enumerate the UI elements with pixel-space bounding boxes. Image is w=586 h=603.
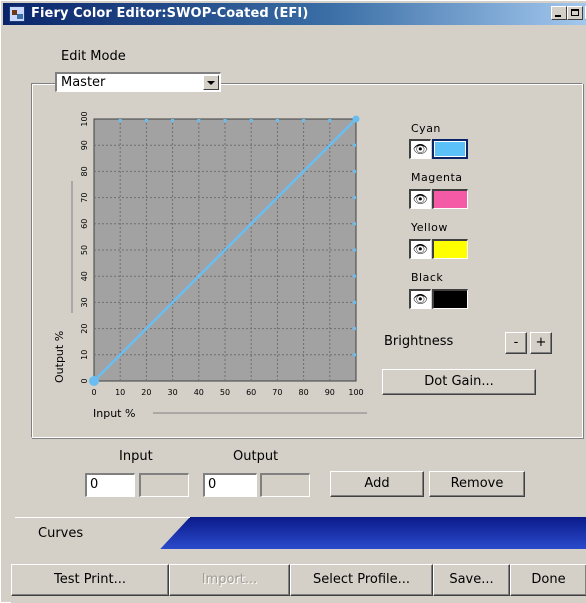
output-field[interactable]: 0 [203, 473, 257, 497]
y-tick-label: 30 [80, 297, 89, 307]
x-tick-label: 90 [325, 388, 335, 397]
eye-icon: 👁 [412, 292, 429, 306]
edge-tick [302, 119, 306, 122]
app-icon [9, 6, 25, 22]
edge-tick [353, 196, 356, 200]
input-label: Input [119, 449, 153, 464]
edge-tick [144, 119, 148, 122]
y-axis-label: Output % [53, 331, 66, 383]
edit-mode-label: Edit Mode [61, 49, 126, 64]
edge-tick [353, 222, 356, 226]
edge-tick [118, 119, 122, 122]
x-tick-label: 60 [246, 388, 256, 397]
color-swatch-cyan[interactable] [432, 139, 468, 159]
maximize-button[interactable] [567, 6, 583, 20]
remove-button[interactable]: Remove [429, 471, 525, 497]
edge-tick [353, 353, 356, 357]
save-button[interactable]: Save... [433, 564, 510, 596]
y-tick-label: 100 [80, 111, 89, 126]
y-tick-label: 90 [80, 140, 89, 150]
brightness-increase-button[interactable]: + [530, 332, 552, 354]
select-profile-button[interactable]: Select Profile... [290, 564, 433, 596]
dot-gain-button[interactable]: Dot Gain... [382, 369, 536, 395]
x-tick-label: 100 [348, 388, 363, 397]
curve-control-point[interactable] [352, 115, 360, 123]
x-tick-label: 10 [115, 388, 125, 397]
edge-tick [353, 274, 356, 278]
edge-tick [275, 119, 279, 122]
y-tick-label: 70 [80, 193, 89, 203]
visibility-toggle-cyan[interactable]: 👁 [409, 139, 431, 159]
edit-mode-value: Master [61, 75, 106, 90]
x-axis-label: Input % [93, 407, 135, 420]
brightness-label: Brightness [384, 334, 454, 349]
edge-tick [223, 119, 227, 122]
edge-tick [353, 300, 356, 304]
y-tick-label: 0 [80, 378, 89, 383]
import-button: Import... [169, 564, 290, 596]
edge-tick [353, 248, 356, 252]
x-tick-label: 30 [168, 388, 178, 397]
edge-tick [328, 119, 332, 122]
channel-label-yellow: Yellow [411, 221, 448, 234]
channel-label-magenta: Magenta [411, 171, 463, 184]
eye-icon: 👁 [412, 142, 429, 156]
color-swatch-magenta[interactable] [432, 189, 468, 209]
done-button[interactable]: Done [510, 564, 586, 596]
eye-icon: 👁 [412, 192, 429, 206]
edge-tick [353, 327, 356, 331]
y-tick-label: 80 [80, 166, 89, 176]
visibility-toggle-magenta[interactable]: 👁 [409, 189, 431, 209]
y-tick-label: 20 [80, 324, 89, 334]
brightness-decrease-button[interactable]: - [505, 332, 527, 354]
tab-curves-label: Curves [38, 526, 84, 541]
edit-mode-dropdown[interactable]: Master [55, 72, 221, 92]
tab-edge [15, 517, 190, 518]
color-swatch-yellow[interactable] [432, 239, 468, 259]
edge-tick [171, 119, 175, 122]
y-tick-label: 50 [80, 245, 89, 255]
input-field-secondary [139, 473, 189, 497]
add-button[interactable]: Add [330, 471, 424, 497]
chevron-down-icon[interactable] [203, 75, 219, 90]
y-tick-label: 40 [80, 271, 89, 281]
test-print-button[interactable]: Test Print... [11, 564, 169, 596]
output-label: Output [233, 449, 279, 464]
channel-label-black: Black [411, 271, 444, 284]
x-tick-label: 0 [91, 388, 96, 397]
x-tick-label: 40 [194, 388, 204, 397]
x-tick-label: 70 [272, 388, 282, 397]
input-field[interactable]: 0 [85, 473, 135, 497]
eye-icon: 👁 [412, 242, 429, 256]
edge-tick [353, 143, 356, 147]
window-title: Fiery Color Editor:SWOP-Coated (EFI) [31, 6, 309, 21]
edge-tick [197, 119, 201, 122]
output-field-secondary [260, 473, 310, 497]
minimize-button[interactable] [551, 6, 567, 20]
y-tick-label: 10 [80, 350, 89, 360]
x-tick-label: 20 [141, 388, 151, 397]
visibility-toggle-black[interactable]: 👁 [409, 289, 431, 309]
x-tick-label: 50 [220, 388, 230, 397]
channel-label-cyan: Cyan [411, 122, 441, 135]
curve-chart[interactable]: 00 10 10 20 20 30 30 40 40 50 50 60 60 70 70 80 80 90 90 10… [47, 101, 377, 421]
edge-tick [353, 169, 356, 173]
edge-tick [249, 119, 253, 122]
color-swatch-black[interactable] [432, 289, 468, 309]
title-bar[interactable]: Fiery Color Editor:SWOP-Coated (EFI) × [3, 3, 586, 25]
x-tick-label: 80 [299, 388, 309, 397]
color-editor-window: Fiery Color Editor:SWOP-Coated (EFI) × E… [0, 0, 586, 603]
curve-control-point[interactable] [89, 376, 99, 386]
visibility-toggle-yellow[interactable]: 👁 [409, 239, 431, 259]
y-tick-label: 60 [80, 219, 89, 229]
